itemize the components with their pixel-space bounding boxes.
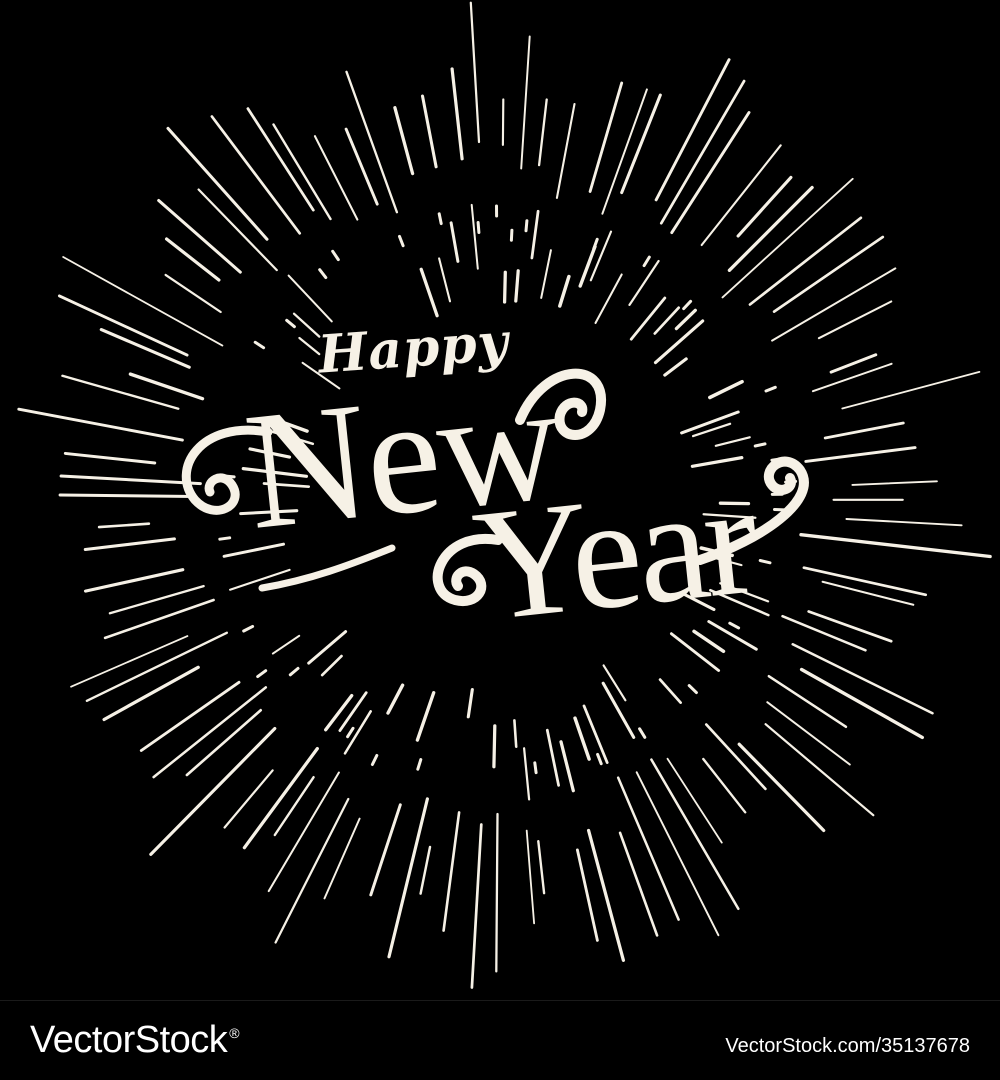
greeting-lettering: Happy New Year bbox=[0, 0, 1000, 1000]
image-id-url[interactable]: VectorStock.com/35137678 bbox=[725, 1035, 970, 1058]
page: Happy New Year VectorStock ® VectorStock.… bbox=[0, 0, 1000, 1080]
vectorstock-logo[interactable]: VectorStock ® bbox=[30, 1019, 240, 1062]
vectorstock-logo-text: VectorStock bbox=[30, 1019, 228, 1061]
greeting-word-year: Year bbox=[466, 448, 763, 655]
greeting-artwork: Happy New Year bbox=[0, 0, 1000, 1000]
registered-mark: ® bbox=[229, 1025, 240, 1042]
watermark-bar: VectorStock ® VectorStock.com/35137678 bbox=[0, 1000, 1000, 1080]
